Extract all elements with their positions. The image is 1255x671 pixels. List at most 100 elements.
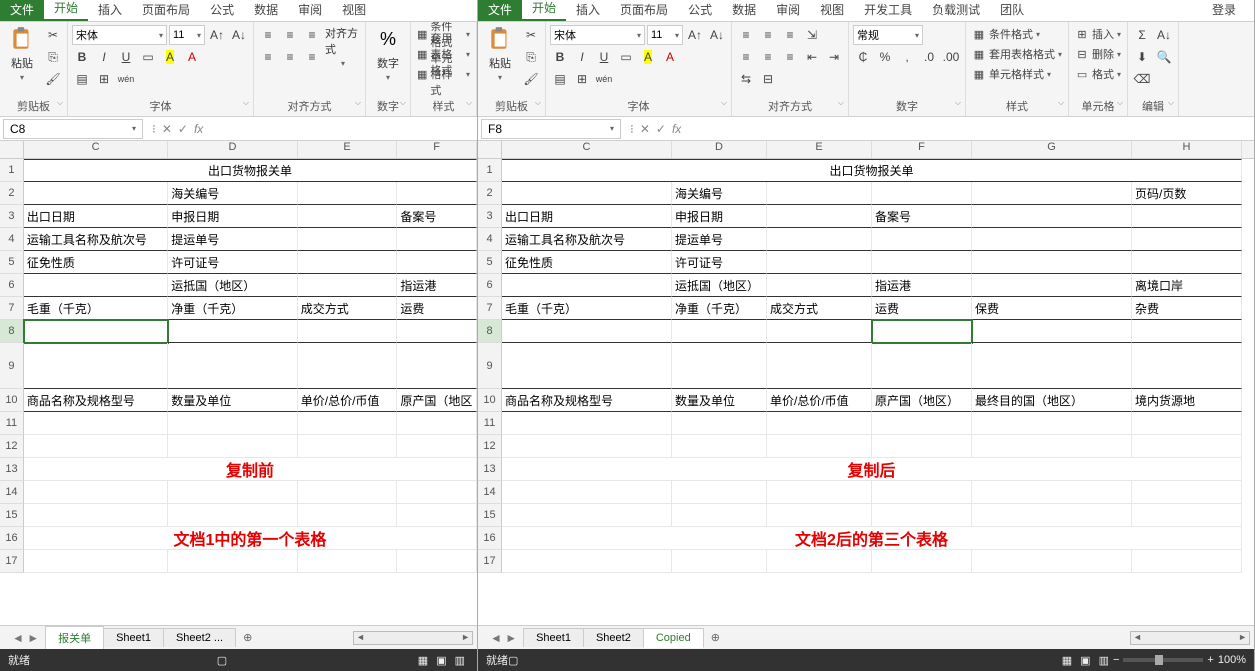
comma-icon[interactable]: ,	[897, 47, 917, 67]
cell[interactable]	[1132, 205, 1242, 228]
paste-button[interactable]: 粘贴▾	[4, 25, 40, 82]
fx-icon[interactable]: fx	[194, 122, 203, 136]
sheet-tab-Sheet2 ...[interactable]: Sheet2 ...	[163, 628, 236, 647]
number-format-combo[interactable]: 常规▾	[853, 25, 923, 45]
row-head-8[interactable]: 8	[0, 320, 24, 343]
tab-文件[interactable]: 文件	[478, 0, 522, 21]
format-cells-button[interactable]: ▭格式 ▾	[1073, 65, 1123, 83]
row-head-11[interactable]: 11	[0, 412, 24, 435]
cell[interactable]: 成交方式	[767, 297, 872, 320]
cell[interactable]	[24, 550, 168, 573]
cell[interactable]	[502, 504, 672, 527]
record-macro-icon[interactable]: ▢	[508, 654, 518, 667]
col-head-E[interactable]: E	[298, 141, 398, 158]
cell[interactable]: 提运单号	[168, 228, 297, 251]
col-head-F[interactable]: F	[397, 141, 477, 158]
row-head-16[interactable]: 16	[478, 527, 502, 550]
cell[interactable]: 指运港	[397, 274, 477, 297]
conditional-format-button[interactable]: ▦条件格式 ▾	[970, 25, 1064, 43]
col-head-E[interactable]: E	[767, 141, 872, 158]
wrap-icon[interactable]: ⇆	[736, 69, 756, 89]
cell[interactable]	[872, 251, 972, 274]
align-bot-icon[interactable]: ≡	[302, 25, 322, 45]
format-painter-icon[interactable]: 🖌	[521, 69, 541, 89]
tab-插入[interactable]: 插入	[566, 0, 610, 21]
orient-icon[interactable]: ⇲	[802, 25, 822, 45]
cell[interactable]	[1132, 412, 1242, 435]
cell[interactable]	[298, 412, 398, 435]
tab-页面布局[interactable]: 页面布局	[610, 0, 678, 21]
cell[interactable]	[872, 343, 972, 389]
sheet-tab-Copied[interactable]: Copied	[643, 628, 704, 648]
cell[interactable]: 出口货物报关单	[502, 159, 1242, 182]
copy-icon[interactable]: ⎘	[521, 47, 541, 67]
col-head-D[interactable]: D	[168, 141, 297, 158]
cell[interactable]	[298, 182, 398, 205]
add-sheet-button[interactable]: ⊕	[703, 628, 728, 647]
cut-icon[interactable]: ✂	[521, 25, 541, 45]
row-head-6[interactable]: 6	[478, 274, 502, 297]
cell[interactable]	[168, 435, 297, 458]
font-size-combo[interactable]: 11▾	[169, 25, 205, 45]
cell[interactable]	[972, 435, 1132, 458]
grid[interactable]: CDEF1出口货物报关单2海关编号3出口日期申报日期备案号4运输工具名称及航次号…	[0, 141, 477, 625]
cell[interactable]	[168, 481, 297, 504]
dec-dec-icon[interactable]: .00	[941, 47, 961, 67]
phonetic-icon[interactable]: wén	[116, 69, 136, 89]
col-head-C[interactable]: C	[502, 141, 672, 158]
percent-icon[interactable]: %	[875, 47, 895, 67]
tab-数据[interactable]: 数据	[722, 0, 766, 21]
row-head-4[interactable]: 4	[0, 228, 24, 251]
underline-icon[interactable]: U	[116, 47, 136, 67]
cell[interactable]	[767, 504, 872, 527]
align-left-icon[interactable]: ≡	[258, 47, 278, 67]
row-head-16[interactable]: 16	[0, 527, 24, 550]
cell[interactable]: 商品名称及规格型号	[24, 389, 168, 412]
h-scrollbar[interactable]	[1130, 631, 1250, 645]
cell[interactable]	[24, 343, 168, 389]
cell[interactable]	[872, 412, 972, 435]
cell[interactable]	[972, 182, 1132, 205]
view-pagelayout-icon[interactable]: ▣	[1080, 655, 1090, 667]
row-head-7[interactable]: 7	[0, 297, 24, 320]
cell[interactable]	[767, 435, 872, 458]
cell[interactable]: 保费	[972, 297, 1132, 320]
cell[interactable]	[168, 504, 297, 527]
cell[interactable]	[397, 228, 477, 251]
cell[interactable]: 指运港	[872, 274, 972, 297]
cell[interactable]	[168, 320, 297, 343]
select-all-corner[interactable]	[0, 141, 24, 158]
cell[interactable]	[767, 251, 872, 274]
fill-color-icon[interactable]: A	[160, 47, 180, 67]
cell[interactable]	[872, 481, 972, 504]
cell[interactable]: 数量及单位	[168, 389, 297, 412]
h-scrollbar[interactable]	[353, 631, 473, 645]
cell[interactable]	[397, 504, 477, 527]
format-as-table-button[interactable]: ▦套用表格格式 ▾	[970, 45, 1064, 63]
merge-icon[interactable]: ⊞	[94, 69, 114, 89]
cell[interactable]	[672, 412, 767, 435]
cell[interactable]: 征免性质	[24, 251, 168, 274]
cell[interactable]	[168, 550, 297, 573]
row-head-6[interactable]: 6	[0, 274, 24, 297]
cell[interactable]	[972, 228, 1132, 251]
cell[interactable]: 备案号	[872, 205, 972, 228]
font-color-icon[interactable]: A	[182, 47, 202, 67]
cell[interactable]	[397, 251, 477, 274]
row-head-1[interactable]: 1	[478, 159, 502, 182]
row-head-10[interactable]: 10	[0, 389, 24, 412]
view-pagelayout-icon[interactable]: ▣	[436, 655, 446, 667]
row-head-11[interactable]: 11	[478, 412, 502, 435]
cell[interactable]	[298, 251, 398, 274]
enter-icon[interactable]: ✓	[656, 122, 666, 136]
cell[interactable]	[298, 205, 398, 228]
cell[interactable]	[397, 550, 477, 573]
cell-styles-button[interactable]: ▦单元格样式 ▾	[415, 65, 472, 83]
view-normal-icon[interactable]: ▦	[418, 655, 428, 667]
bold-icon[interactable]: B	[550, 47, 570, 67]
cell[interactable]	[767, 343, 872, 389]
cell[interactable]: 运输工具名称及航次号	[502, 228, 672, 251]
cell[interactable]: 出口日期	[24, 205, 168, 228]
cell[interactable]	[972, 412, 1132, 435]
cell[interactable]: 毛重（千克）	[24, 297, 168, 320]
